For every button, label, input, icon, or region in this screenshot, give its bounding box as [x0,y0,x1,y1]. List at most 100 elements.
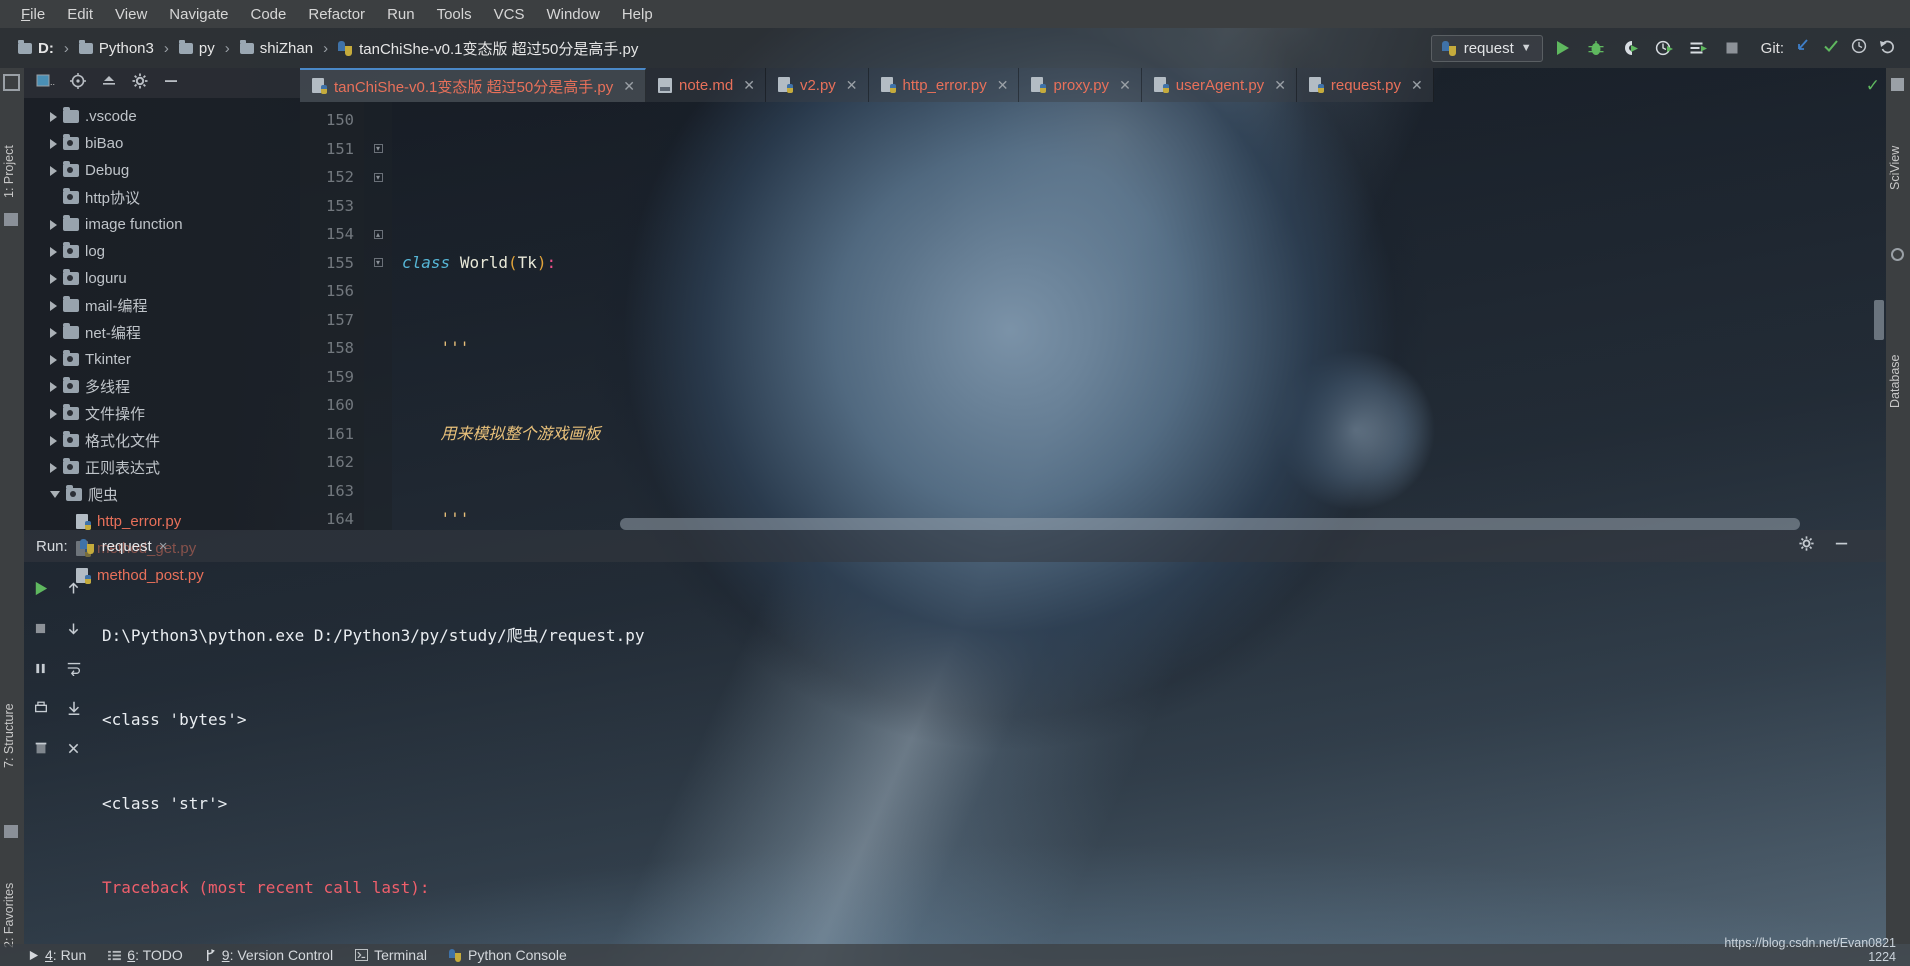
clear-all-button[interactable] [24,728,57,768]
tree-item-http-protocol[interactable]: http协议 [24,184,300,211]
soft-wrap-button[interactable] [57,648,90,688]
rerun-button[interactable] [24,568,57,608]
status-item-run[interactable]: 4: Run [28,947,86,963]
history-button[interactable] [1850,37,1868,60]
close-icon[interactable]: ✕ [1408,77,1423,94]
run-button[interactable] [1547,33,1577,63]
scroll-to-end-button[interactable] [57,688,90,728]
chevron-right-icon[interactable] [50,273,57,284]
menu-item-file[interactable]: File [10,3,56,26]
hide-window-icon[interactable] [1833,535,1850,557]
editor-tab-request-py[interactable]: request.py ✕ [1296,68,1434,102]
editor-tab-useragent-py[interactable]: userAgent.py ✕ [1141,68,1297,102]
breadcrumb-item-4[interactable]: tanChiShe-v0.1变态版 超过50分是高手.py [332,36,644,61]
code-editor[interactable]: 150 151 152 153 154 155 156 157 158 159 … [300,102,1886,530]
close-icon[interactable]: ✕ [1116,77,1131,94]
tree-item-spider[interactable]: 爬虫 [24,481,300,508]
sidebar-tab-favorites[interactable]: 2: Favorites [2,883,16,948]
tree-item-format-file[interactable]: 格式化文件 [24,427,300,454]
menu-item-view[interactable]: View [104,3,158,26]
collapse-all-icon[interactable]: .. [36,73,56,94]
breadcrumb-item-3[interactable]: shiZhan [234,38,319,59]
close-icon[interactable]: × [159,538,168,555]
locate-icon[interactable] [69,72,87,95]
close-icon[interactable]: ✕ [843,77,858,94]
breadcrumb-item-1[interactable]: Python3 [73,38,160,59]
tree-item-regex[interactable]: 正则表达式 [24,454,300,481]
breadcrumb-item-0[interactable]: D: [12,38,60,59]
chevron-right-icon[interactable] [50,300,57,311]
commit-button[interactable] [1822,37,1840,60]
menu-item-run[interactable]: Run [376,3,426,26]
hide-icon[interactable] [162,72,180,95]
sidebar-tab-structure[interactable]: 7: Structure [2,703,16,768]
menu-item-window[interactable]: Window [535,3,610,26]
fold-marker-icon[interactable]: ▾ [373,258,383,268]
print-button[interactable] [24,688,57,728]
chevron-right-icon[interactable] [50,165,57,176]
status-item-version-control[interactable]: 9: Version Control [205,947,333,963]
stop-button[interactable] [24,608,57,648]
tree-item-net[interactable]: net-编程 [24,319,300,346]
close-icon[interactable]: ✕ [620,78,635,95]
breadcrumb-item-2[interactable]: py [173,38,221,59]
run-coverage-button[interactable] [1615,33,1645,63]
code-folding-gutter[interactable]: ▾ ▾ ▴ ▾ [364,102,392,530]
chevron-right-icon[interactable] [50,462,57,473]
tree-item-bibao[interactable]: biBao [24,130,300,157]
status-item-terminal[interactable]: Terminal [355,947,427,963]
close-run-button[interactable] [57,728,90,768]
tree-item-tkinter[interactable]: Tkinter [24,346,300,373]
tree-item-vscode[interactable]: .vscode [24,103,300,130]
editor-tab-note-md[interactable]: note.md ✕ [646,68,766,102]
run-window-tab[interactable]: request × [79,538,168,555]
chevron-right-icon[interactable] [50,327,57,338]
settings-icon[interactable] [131,72,149,95]
editor-tab-tanchishe[interactable]: tanChiShe-v0.1变态版 超过50分是高手.py ✕ [300,68,646,102]
tree-item-file-ops[interactable]: 文件操作 [24,400,300,427]
menu-item-tools[interactable]: Tools [426,3,483,26]
fold-marker-icon[interactable]: ▾ [373,144,383,154]
menu-item-help[interactable]: Help [611,3,664,26]
tree-item-mail[interactable]: mail-编程 [24,292,300,319]
sidebar-tab-project[interactable]: 1: Project [2,145,16,198]
status-item-python-console[interactable]: Python Console [448,947,567,963]
status-item-todo[interactable]: 6: TODO [108,947,183,963]
scroll-up-button[interactable] [57,568,90,608]
menu-item-edit[interactable]: Edit [56,3,104,26]
profile-button[interactable] [1649,33,1679,63]
console-output[interactable]: D:\Python3\python.exe D:/Python3/py/stud… [90,562,1886,944]
collapse-icon[interactable] [100,72,118,95]
chevron-right-icon[interactable] [50,219,57,230]
chevron-right-icon[interactable] [50,435,57,446]
editor-tab-http-error-py[interactable]: http_error.py ✕ [868,68,1020,102]
menu-item-navigate[interactable]: Navigate [158,3,239,26]
chevron-right-icon[interactable] [50,381,57,392]
chevron-right-icon[interactable] [50,246,57,257]
chevron-right-icon[interactable] [50,408,57,419]
tree-item-loguru[interactable]: loguru [24,265,300,292]
menu-item-code[interactable]: Code [240,3,298,26]
close-icon[interactable]: ✕ [994,77,1009,94]
chevron-right-icon[interactable] [50,138,57,149]
editor-vertical-scrollbar[interactable] [1874,300,1884,340]
debug-button[interactable] [1581,33,1611,63]
tree-item-log[interactable]: log [24,238,300,265]
rollback-button[interactable] [1878,37,1896,60]
tree-item-multithread[interactable]: 多线程 [24,373,300,400]
close-icon[interactable]: ✕ [1271,77,1286,94]
tree-item-image-function[interactable]: image function [24,211,300,238]
run-configuration-selector[interactable]: request ▼ [1430,34,1543,62]
run-with-console-button[interactable] [1683,33,1713,63]
sidebar-tab-sciview[interactable]: SciView [1888,146,1902,190]
chevron-right-icon[interactable] [50,111,57,122]
fold-marker-icon[interactable]: ▾ [373,172,383,182]
editor-horizontal-scrollbar[interactable] [620,518,1800,530]
code-lines[interactable]: class World(Tk): ''' 用来模拟整个游戏画板 ''' def … [392,102,1886,530]
update-project-button[interactable] [1794,37,1812,60]
chevron-right-icon[interactable] [50,354,57,365]
sidebar-tab-database[interactable]: Database [1888,354,1902,408]
close-icon[interactable]: ✕ [740,77,755,94]
pause-button[interactable] [24,648,57,688]
menu-item-vcs[interactable]: VCS [483,3,536,26]
